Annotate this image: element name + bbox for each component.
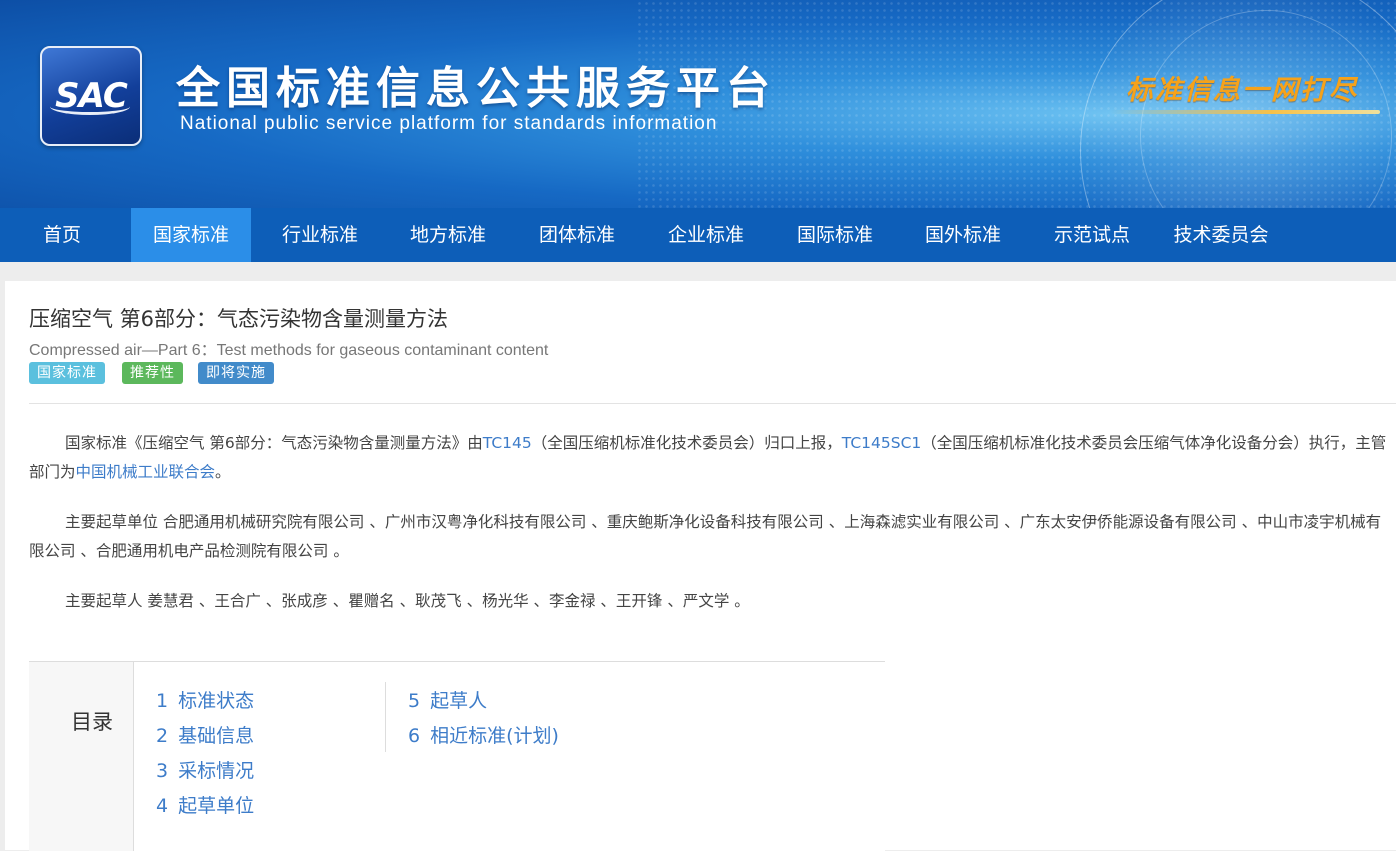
toc-item-label: 基础信息 [178, 725, 255, 747]
toc-item-number: 2 [156, 725, 169, 747]
nav-national-standards[interactable]: 国家标准 [131, 208, 251, 262]
toc-item-adoption[interactable]: 3 采标情况 [156, 756, 254, 783]
toc-item-number: 1 [156, 690, 169, 712]
site-title: 全国标准信息公共服务平台 [176, 63, 776, 114]
toc-item-number: 6 [408, 725, 421, 747]
site-subtitle: National public service platform for sta… [180, 113, 718, 134]
toc-item-label: 起草单位 [178, 795, 255, 817]
slogan: 标准信息一网打尽 [1126, 75, 1358, 106]
logo-text: SAC [55, 76, 128, 116]
description-paragraph: 国家标准《压缩空气 第6部分：气态污染物含量测量方法》由TC145（全国压缩机标… [29, 429, 1389, 487]
toc-item-number: 5 [408, 690, 421, 712]
committee-link-tc145sc1[interactable]: TC145SC1 [842, 434, 922, 452]
nav-home[interactable]: 首页 [22, 208, 102, 262]
tag-upcoming: 即将实施 [198, 362, 274, 384]
nav-local-standards[interactable]: 地方标准 [388, 208, 508, 262]
toc-item-label: 起草人 [430, 690, 488, 712]
desc-text: （全国压缩机标准化技术委员会）归口上报， [531, 434, 842, 452]
nav-international-standards[interactable]: 国际标准 [775, 208, 895, 262]
nav-pilot-demonstration[interactable]: 示范试点 [1032, 208, 1152, 262]
toc-label: 目录 [71, 710, 113, 734]
drafters-paragraph: 主要起草人 姜慧君 、王合广 、张成彦 、瞿赠名 、耿茂飞 、杨光华 、李金禄 … [65, 592, 750, 610]
divider [29, 403, 1396, 404]
authority-link[interactable]: 中国机械工业联合会 [76, 463, 216, 481]
standard-title-cn: 压缩空气 第6部分：气态污染物含量测量方法 [29, 307, 449, 331]
toc-item-status[interactable]: 1 标准状态 [156, 686, 254, 713]
toc-item-number: 4 [156, 795, 169, 817]
standard-title-en: Compressed air—Part 6：Test methods for g… [29, 342, 549, 359]
toc-item-label: 相近标准(计划) [430, 725, 559, 747]
toc-item-drafters[interactable]: 5 起草人 [408, 686, 487, 713]
slogan-underline [1110, 110, 1380, 114]
toc-item-label: 采标情况 [178, 760, 255, 782]
desc-text: 国家标准《压缩空气 第6部分：气态污染物含量测量方法》由 [65, 434, 483, 452]
toc-column-divider [385, 682, 386, 752]
main-nav: 首页 国家标准 行业标准 地方标准 团体标准 企业标准 国际标准 国外标准 示范… [0, 208, 1396, 262]
nav-group-standards[interactable]: 团体标准 [517, 208, 637, 262]
drafting-units-paragraph: 主要起草单位 合肥通用机械研究院有限公司 、广州市汉粤净化科技有限公司 、重庆鲍… [29, 513, 1382, 560]
toc-item-number: 3 [156, 760, 169, 782]
toc-item-basic-info[interactable]: 2 基础信息 [156, 721, 254, 748]
sac-logo[interactable]: SAC [40, 46, 142, 146]
nav-technical-committee[interactable]: 技术委员会 [1161, 208, 1281, 262]
toc-item-related-standards[interactable]: 6 相近标准(计划) [408, 721, 559, 748]
nav-enterprise-standards[interactable]: 企业标准 [646, 208, 766, 262]
toc-label-cell: 目录 [29, 662, 134, 851]
tag-recommended: 推荐性 [122, 362, 183, 384]
tag-national-standard: 国家标准 [29, 362, 105, 384]
toc-item-label: 标准状态 [178, 690, 255, 712]
standard-detail-panel: 压缩空气 第6部分：气态污染物含量测量方法 Compressed air—Par… [5, 281, 1396, 851]
desc-text: 。 [215, 463, 231, 481]
header-banner: SAC 全国标准信息公共服务平台 National public service… [0, 0, 1396, 208]
nav-foreign-standards[interactable]: 国外标准 [903, 208, 1023, 262]
table-of-contents: 目录 1 标准状态 2 基础信息 3 采标情况 4 起草单位 5 起草人 6 相近标准(计划… [29, 661, 885, 851]
toc-item-drafting-units[interactable]: 4 起草单位 [156, 791, 254, 818]
nav-industry-standards[interactable]: 行业标准 [260, 208, 380, 262]
committee-link-tc145[interactable]: TC145 [483, 434, 532, 452]
